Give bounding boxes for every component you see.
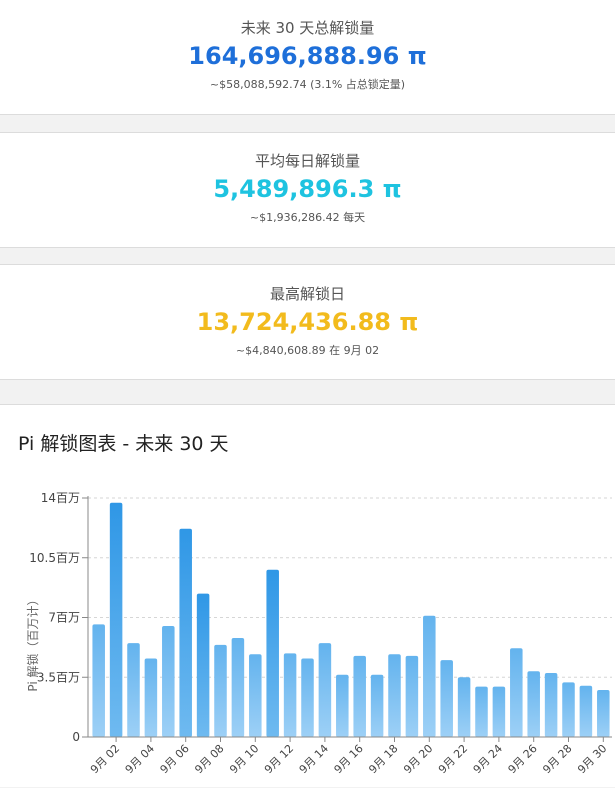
bar-9月-12[interactable] <box>283 653 297 737</box>
bar-9月-01[interactable] <box>92 624 105 737</box>
x-tick-label: 9月 28 <box>540 742 574 776</box>
y-tick-label: 3.5百万 <box>37 670 80 684</box>
peak-unlock-value: 13,724,436.88 π <box>196 308 419 336</box>
bar-9月-05[interactable] <box>162 626 175 737</box>
x-tick-label: 9月 30 <box>575 742 609 776</box>
bar-9月-07[interactable] <box>196 593 210 737</box>
x-tick-label: 9月 08 <box>192 742 226 776</box>
bar-9月-28[interactable] <box>562 682 575 737</box>
bar-9月-18[interactable] <box>388 654 401 737</box>
x-tick-label: 9月 22 <box>436 742 470 776</box>
x-tick-label: 9月 24 <box>471 742 505 776</box>
unlock-chart-card: Pi 解锁图表 - 未来 30 天 0 3.5百万 7百万 10.5百万 14百万 Pi … <box>0 404 615 787</box>
bar-9月-03[interactable] <box>127 643 140 737</box>
bar-9月-17[interactable] <box>370 674 384 737</box>
bar-9月-02[interactable] <box>109 502 123 737</box>
bar-9月-08[interactable] <box>214 644 227 737</box>
average-unlock-sub: ~$1,936,286.42 每天 <box>249 211 366 224</box>
bar-9月-06[interactable] <box>179 528 192 737</box>
bar-9月-27[interactable] <box>544 672 558 737</box>
total-unlock-sub: ~$58,088,592.74 (3.1% 占总锁定量) <box>209 78 406 91</box>
total-unlock-value: 164,696,888.96 π <box>188 42 427 70</box>
bar-9月-24[interactable] <box>492 686 506 737</box>
bar-9月-04[interactable] <box>144 658 158 737</box>
peak-unlock-sub: ~$4,840,608.89 在 9月 02 <box>235 344 380 357</box>
y-tick-label: 0 <box>72 730 80 744</box>
x-tick-label: 9月 06 <box>158 742 192 776</box>
x-tick-label: 9月 14 <box>297 742 331 776</box>
y-tick-label: 7百万 <box>48 611 80 625</box>
x-tick-label: 9月 02 <box>88 742 122 776</box>
bar-9月-09[interactable] <box>231 637 245 737</box>
bar-9月-29[interactable] <box>579 685 593 737</box>
total-unlock-label: 未来 30 天总解锁量 <box>240 19 375 37</box>
bar-9月-10[interactable] <box>249 654 262 737</box>
average-unlock-value: 5,489,896.3 π <box>213 175 402 203</box>
bar-9月-11[interactable] <box>266 569 279 737</box>
peak-unlock-label: 最高解锁日 <box>269 285 345 303</box>
bar-9月-20[interactable] <box>423 615 436 737</box>
bar-9月-14[interactable] <box>318 643 332 737</box>
bar-9月-21[interactable] <box>440 660 453 737</box>
bar-9月-26[interactable] <box>527 671 540 737</box>
y-axis-label: Pi 解锁（百万计） <box>25 593 40 691</box>
bar-9月-13[interactable] <box>301 658 314 737</box>
total-unlock-card: 未来 30 天总解锁量 164,696,888.96 π ~$58,088,59… <box>0 0 615 115</box>
bar-9月-23[interactable] <box>475 686 488 737</box>
x-tick-label: 9月 12 <box>262 742 296 776</box>
bar-9月-19[interactable] <box>405 655 419 737</box>
bar-9月-16[interactable] <box>353 655 366 737</box>
bar-9月-25[interactable] <box>510 648 523 737</box>
bar-9月-22[interactable] <box>457 677 471 737</box>
bar-9月-30[interactable] <box>597 690 610 737</box>
x-tick-label: 9月 26 <box>506 742 540 776</box>
average-unlock-label: 平均每日解锁量 <box>254 152 360 170</box>
unlock-bar-chart: 03.5百万7百万10.5百万14百万Pi 解锁（百万计）9月 02 9月 04 9… <box>25 491 612 776</box>
x-tick-label: 9月 18 <box>366 742 400 776</box>
average-unlock-card: 平均每日解锁量 5,489,896.3 π ~$1,936,286.42 每天 <box>0 132 615 248</box>
bar-9月-15[interactable] <box>336 674 349 737</box>
x-tick-label: 9月 16 <box>332 742 366 776</box>
y-tick-label: 14百万 <box>41 491 80 505</box>
y-tick-label: 10.5百万 <box>29 551 80 565</box>
x-tick-label: 9月 10 <box>227 742 261 776</box>
x-tick-label: 9月 20 <box>401 742 435 776</box>
x-tick-label: 9月 04 <box>123 742 157 776</box>
peak-unlock-card: 最高解锁日 13,724,436.88 π ~$4,840,608.89 在 9… <box>0 264 615 380</box>
